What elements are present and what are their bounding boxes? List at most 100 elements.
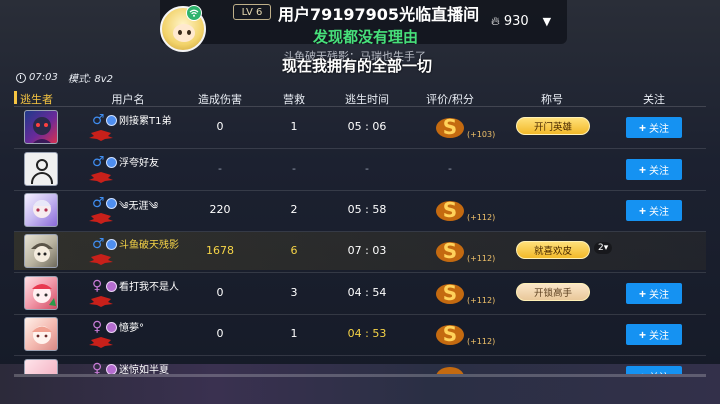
follow-label: 关注: [649, 331, 669, 342]
escape-time-value: 05 : 06: [347, 120, 387, 133]
hot-count[interactable]: 🔥︎ 930 ▼: [491, 14, 551, 29]
male-icon: ♂: [92, 236, 105, 252]
damage-value: 0: [216, 327, 224, 340]
escape-time-value: 04 : 54: [347, 286, 387, 299]
col-username: 用户名: [111, 93, 145, 106]
table-row: ♀ 看打我不是人 0 3 04 : 54 S (+112) 开锁高手 + 关注: [14, 274, 706, 312]
table-row: ♂ ༄无涯༄ 220 2 05 : 58 S (+112) + 关注: [14, 191, 706, 229]
player-avatar[interactable]: [24, 152, 58, 186]
caret-down-icon[interactable]: ▼: [543, 15, 551, 28]
player-avatar[interactable]: [24, 359, 58, 374]
flame-icon: 🔥︎: [491, 14, 500, 28]
s-grade-icon: S: [436, 239, 464, 263]
rescue-value: -: [292, 162, 296, 175]
title-badge: 开门英雄: [516, 117, 590, 135]
match-meta: 07:03 模式: 8v2: [16, 70, 113, 85]
rank-wings-icon: [89, 337, 113, 348]
follow-label: 关注: [649, 166, 669, 177]
rank-icon: [106, 364, 117, 374]
player-avatar[interactable]: [24, 317, 58, 351]
match-mode: 模式: 8v2: [67, 74, 114, 85]
col-follow: 关注: [643, 93, 665, 106]
escape-time-value: 05 : 58: [347, 203, 387, 216]
rank-wings-icon: [89, 254, 113, 265]
svg-text:S: S: [443, 115, 457, 139]
rescue-value: 1: [290, 327, 298, 340]
follow-button[interactable]: +关注: [626, 200, 682, 221]
escape-time-value: 04 : 53: [347, 327, 387, 340]
svg-text:S: S: [443, 198, 457, 222]
follow-button[interactable]: +关注: [626, 324, 682, 345]
plus-icon: +: [638, 203, 646, 218]
title-more-dropdown[interactable]: 2▾: [594, 242, 613, 254]
title-badge: 就喜欢皮: [516, 241, 590, 259]
player-avatar[interactable]: [24, 193, 58, 227]
wifi-icon: [186, 5, 202, 21]
female-icon: ♀: [92, 361, 103, 374]
table-row: ♂ 刚接累T1弟 0 1 05 : 06 S (+103) 开门英雄 + 关注: [14, 108, 706, 146]
player-name: 斗鱼破天残影: [119, 240, 179, 251]
follow-label: 关注: [649, 207, 669, 218]
match-time: 07:03: [29, 72, 58, 83]
rank-icon: [106, 281, 117, 292]
points-value: (+112): [467, 254, 496, 263]
col-escape-time: 逃生时间: [345, 93, 389, 106]
s-grade-icon: S: [436, 115, 464, 139]
points-value: (+103): [467, 130, 496, 139]
clock-icon: [16, 72, 26, 83]
points-value: (+112): [467, 337, 496, 346]
female-icon: ♀: [92, 319, 103, 335]
follow-label: 关注: [649, 124, 669, 135]
svg-text:S: S: [443, 322, 457, 346]
rescue-value: 3: [290, 286, 298, 299]
table-row: ♀ 迷惊如半夏 +关注: [14, 357, 706, 374]
player-name: ༄无涯༄: [119, 201, 159, 212]
s-grade-icon: S: [436, 322, 464, 346]
player-avatar[interactable]: [24, 234, 58, 268]
male-icon: ♂: [92, 154, 105, 170]
plus-icon: +: [638, 120, 646, 135]
rank-wings-icon: [89, 213, 113, 224]
col-survivor: 逃生者: [20, 93, 53, 106]
row-divider: [14, 272, 706, 273]
s-grade-icon: S: [436, 198, 464, 222]
points-value: -: [448, 162, 452, 175]
row-divider: [14, 355, 706, 356]
female-icon: ♀: [92, 278, 103, 294]
svg-text:S: S: [443, 281, 457, 305]
row-divider: [14, 148, 706, 149]
plus-icon: +: [638, 286, 646, 301]
scroll-edge: [14, 374, 706, 377]
rank-wings-icon: [89, 296, 113, 307]
player-avatar[interactable]: [24, 110, 58, 144]
escape-time-value: 07 : 03: [347, 244, 387, 257]
lyric-line-white: 现在我拥有的全部一切: [282, 57, 433, 75]
damage-value: 1678: [206, 244, 234, 257]
rank-icon: [106, 198, 117, 209]
player-name: 憶夢°: [119, 323, 144, 334]
escape-time-value: -: [365, 162, 369, 175]
follow-button[interactable]: +关注: [626, 366, 682, 374]
table-row: ♂ 浮夸好友 - - - - + 关注: [14, 150, 706, 188]
level-badge: LV 6: [233, 4, 271, 20]
follow-button[interactable]: +关注: [626, 159, 682, 180]
player-avatar[interactable]: [24, 276, 58, 310]
rank-wings-icon: [89, 172, 113, 183]
player-name: 迷惊如半夏: [119, 365, 169, 374]
col-title: 称号: [541, 93, 563, 106]
plus-icon: +: [638, 162, 646, 177]
lyric-line-green: 发现都没有理由: [313, 28, 419, 46]
survivor-marker: [14, 91, 17, 104]
damage-value: 0: [216, 286, 224, 299]
follow-button[interactable]: +关注: [626, 117, 682, 138]
s-grade-icon: [436, 367, 464, 374]
table-header: 逃生者 用户名 造成伤害 营救 逃生时间 评价/积分 称号 关注: [14, 88, 706, 108]
damage-value: 0: [216, 120, 224, 133]
plus-icon: +: [638, 327, 646, 342]
follow-button[interactable]: +关注: [626, 283, 682, 304]
damage-value: 220: [209, 203, 231, 216]
player-name: 刚接累T1弟: [119, 116, 172, 127]
rescue-value: 6: [290, 244, 298, 257]
damage-value: -: [218, 162, 222, 175]
table-row: ♀ 憶夢° 0 1 04 : 53 S (+112) + 关注: [14, 315, 706, 353]
